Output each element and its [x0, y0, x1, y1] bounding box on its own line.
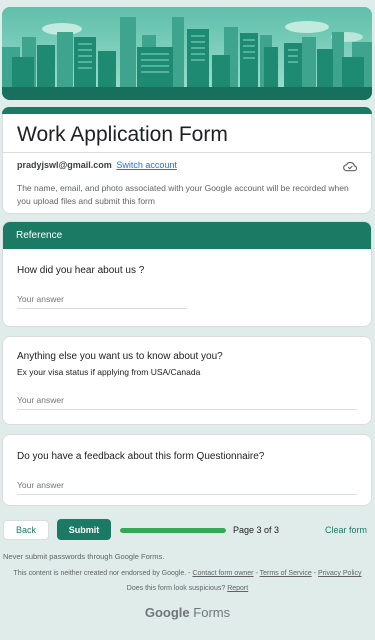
section-title: Reference [3, 222, 371, 249]
question-card: Anything else you want us to know about … [2, 336, 372, 425]
submit-button[interactable]: Submit [57, 519, 111, 540]
privacy-link[interactable]: Privacy Policy [318, 570, 362, 577]
section-card: Reference How did you hear about us ? [2, 221, 372, 327]
progress-bar [120, 528, 226, 533]
suspicious-text: Does this form look suspicious? [126, 585, 228, 592]
answer-underline [17, 494, 357, 495]
answer-input[interactable] [17, 294, 187, 304]
terms-link[interactable]: Terms of Service [260, 570, 312, 577]
header-banner-image [2, 7, 372, 100]
answer-input[interactable] [17, 395, 357, 405]
password-warning: Never submit passwords through Google Fo… [3, 552, 165, 561]
divider [3, 152, 371, 153]
progress-fill [120, 528, 226, 533]
page-indicator: Page 3 of 3 [233, 525, 280, 535]
contact-owner-link[interactable]: Contact form owner [192, 570, 253, 577]
question-label: Do you have a feedback about this form Q… [17, 451, 265, 462]
legal-footer: This content is neither created nor endo… [0, 570, 375, 577]
report-link[interactable]: Report [227, 585, 248, 592]
question-label: How did you hear about us ? [17, 265, 145, 276]
logo-forms: Forms [189, 605, 231, 620]
account-line: pradyjswl@gmail.com Switch account [17, 160, 177, 170]
logo-google: Google [144, 605, 190, 620]
form-navigation: Back Submit Page 3 of 3 Clear form [0, 518, 375, 544]
answer-underline [17, 308, 187, 309]
switch-account-link[interactable]: Switch account [116, 160, 177, 170]
account-notice: The name, email, and photo associated wi… [17, 183, 349, 206]
form-header-card: Work Application Form pradyjswl@gmail.co… [2, 107, 372, 214]
question-label: Anything else you want us to know about … [17, 351, 223, 362]
clear-form-button[interactable]: Clear form [325, 525, 367, 535]
answer-underline [17, 409, 357, 410]
google-forms-logo: Google Forms [0, 605, 375, 620]
report-line: Does this form look suspicious? Report [0, 585, 375, 592]
question-card: Do you have a feedback about this form Q… [2, 434, 372, 506]
question-description: Ex your visa status if applying from USA… [17, 367, 201, 377]
back-button[interactable]: Back [3, 520, 49, 540]
form-title: Work Application Form [17, 123, 228, 146]
theme-accent-bar [2, 107, 372, 114]
legal-text: This content is neither created nor endo… [13, 570, 193, 577]
account-email: pradyjswl@gmail.com [17, 160, 112, 170]
answer-input[interactable] [17, 480, 357, 490]
cloud-done-icon [343, 161, 357, 172]
